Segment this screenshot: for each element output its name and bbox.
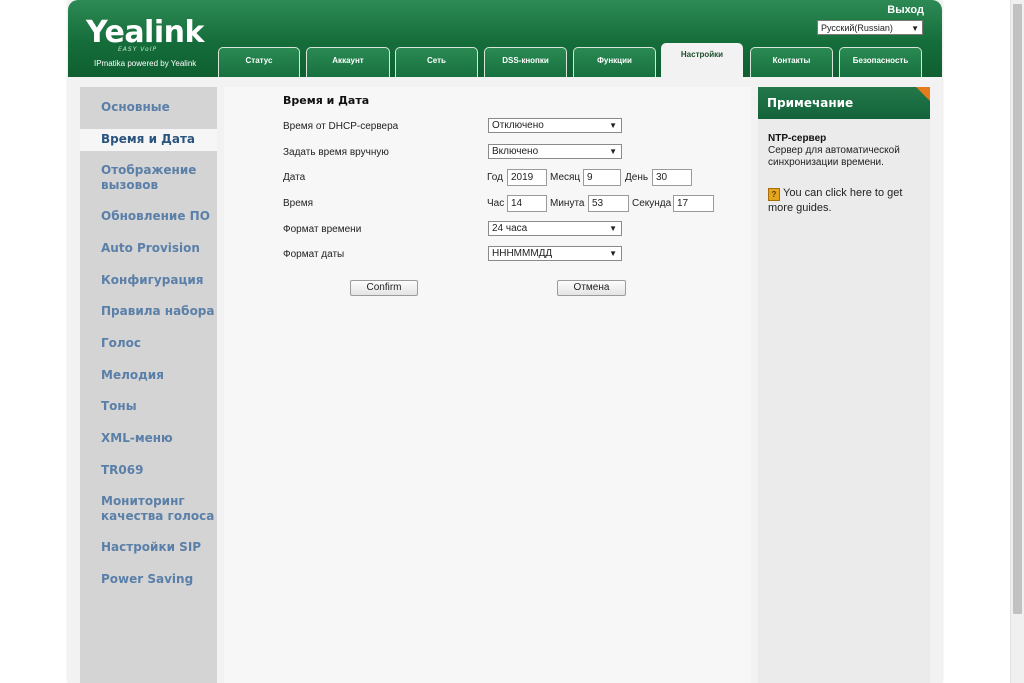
dhcp-time-label: Время от DHCP-сервера: [283, 121, 399, 132]
time-format-select[interactable]: 24 часа ▼: [488, 221, 622, 236]
manual-time-value: Включено: [492, 146, 539, 157]
time-format-value: 24 часа: [492, 223, 528, 234]
sidebar-item-sip-settings[interactable]: Настройки SIP: [80, 540, 217, 555]
date-format-label: Формат даты: [283, 249, 345, 260]
tab-settings[interactable]: Настройки: [661, 43, 743, 77]
date-label: Дата: [283, 172, 306, 183]
sidebar-item-voice-monitoring[interactable]: Мониторинг качества голоса: [80, 494, 217, 524]
guide-link-text: You can click here to get more guides.: [768, 187, 903, 214]
page-container: Yealink EASY VoIP IPmatika powered by Ye…: [68, 0, 942, 683]
day-label: День: [625, 172, 649, 183]
guide-link[interactable]: ? You can click here to get more guides.: [768, 186, 923, 215]
year-label: Год: [487, 172, 503, 183]
manual-time-select[interactable]: Включено ▼: [488, 144, 622, 159]
chevron-down-icon: ▼: [911, 24, 919, 33]
sidebar-item-dial-plan[interactable]: Правила набора: [80, 304, 217, 319]
time-format-label: Формат времени: [283, 224, 362, 235]
month-input[interactable]: 9: [583, 169, 621, 186]
logout-link[interactable]: Выход: [887, 4, 924, 16]
tab-features[interactable]: Функции: [573, 47, 656, 77]
day-input[interactable]: 30: [652, 169, 692, 186]
date-format-select[interactable]: ННHMMMДД ▼: [488, 246, 622, 261]
sidebar-item-call-display[interactable]: Отображение вызовов: [80, 163, 217, 193]
tab-status[interactable]: Статус: [218, 47, 300, 77]
year-input[interactable]: 2019: [507, 169, 547, 186]
hour-input[interactable]: 14: [507, 195, 547, 212]
confirm-button[interactable]: Confirm: [350, 280, 418, 296]
time-label: Время: [283, 198, 314, 209]
sidebar-item-tones[interactable]: Тоны: [80, 399, 217, 414]
hour-label: Час: [487, 198, 505, 209]
help-book-icon: ?: [768, 188, 780, 201]
chevron-down-icon: ▼: [609, 147, 617, 156]
note-title: NTP-сервер: [768, 133, 827, 144]
tab-account[interactable]: Аккаунт: [306, 47, 390, 77]
chevron-down-icon: ▼: [609, 121, 617, 130]
sidebar-menu: Основные Время и Дата Отображение вызово…: [80, 87, 217, 683]
sidebar-item-tr069[interactable]: TR069: [80, 463, 217, 478]
corner-flag-icon: [916, 87, 930, 101]
header-bar: Yealink EASY VoIP IPmatika powered by Ye…: [68, 0, 942, 77]
language-value: Русский(Russian): [821, 23, 893, 33]
scrollbar-thumb[interactable]: [1013, 4, 1022, 614]
date-format-value: ННHMMMДД: [492, 248, 553, 259]
tab-dss-keys[interactable]: DSS-кнопки: [484, 47, 567, 77]
second-input[interactable]: 17: [673, 195, 714, 212]
sidebar-item-upgrade[interactable]: Обновление ПО: [80, 209, 217, 224]
page-title: Время и Дата: [283, 94, 370, 107]
yealink-logo: Yealink: [86, 15, 204, 50]
chevron-down-icon: ▼: [609, 249, 617, 258]
tab-network[interactable]: Сеть: [395, 47, 478, 77]
sidebar-item-time-date[interactable]: Время и Дата: [80, 129, 217, 151]
logo-tagline: EASY VoIP: [118, 46, 158, 53]
sidebar-item-preference[interactable]: Основные: [80, 100, 217, 115]
cancel-button[interactable]: Отмена: [557, 280, 626, 296]
sidebar-item-auto-provision[interactable]: Auto Provision: [80, 241, 217, 256]
page-scrollbar[interactable]: [1010, 0, 1024, 683]
dhcp-time-select[interactable]: Отключено ▼: [488, 118, 622, 133]
month-label: Месяц: [550, 172, 581, 183]
sidebar-item-xml-menu[interactable]: XML-меню: [80, 431, 217, 446]
note-text: Сервер для автоматической синхронизации …: [768, 145, 900, 168]
sidebar-item-voice[interactable]: Голос: [80, 336, 217, 351]
header-subtitle: IPmatika powered by Yealink: [94, 59, 197, 68]
minute-input[interactable]: 53: [588, 195, 629, 212]
minute-label: Минута: [550, 198, 585, 209]
language-select[interactable]: Русский(Russian) ▼: [817, 20, 923, 35]
tab-security[interactable]: Безопасность: [839, 47, 922, 77]
dhcp-time-value: Отключено: [492, 120, 544, 131]
sidebar-item-power-saving[interactable]: Power Saving: [80, 572, 217, 587]
time-date-form: Время и Дата Время от DHCP-сервера Отклю…: [224, 87, 751, 683]
chevron-down-icon: ▼: [609, 224, 617, 233]
tab-directory[interactable]: Контакты: [750, 47, 833, 77]
note-heading: Примечание: [758, 87, 930, 119]
sidebar-item-configuration[interactable]: Конфигурация: [80, 273, 217, 288]
manual-time-label: Задать время вручную: [283, 147, 389, 158]
second-label: Секунда: [632, 198, 672, 209]
sidebar-item-ring[interactable]: Мелодия: [80, 368, 217, 383]
note-panel: Примечание NTP-сервер Сервер для автомат…: [758, 87, 930, 683]
